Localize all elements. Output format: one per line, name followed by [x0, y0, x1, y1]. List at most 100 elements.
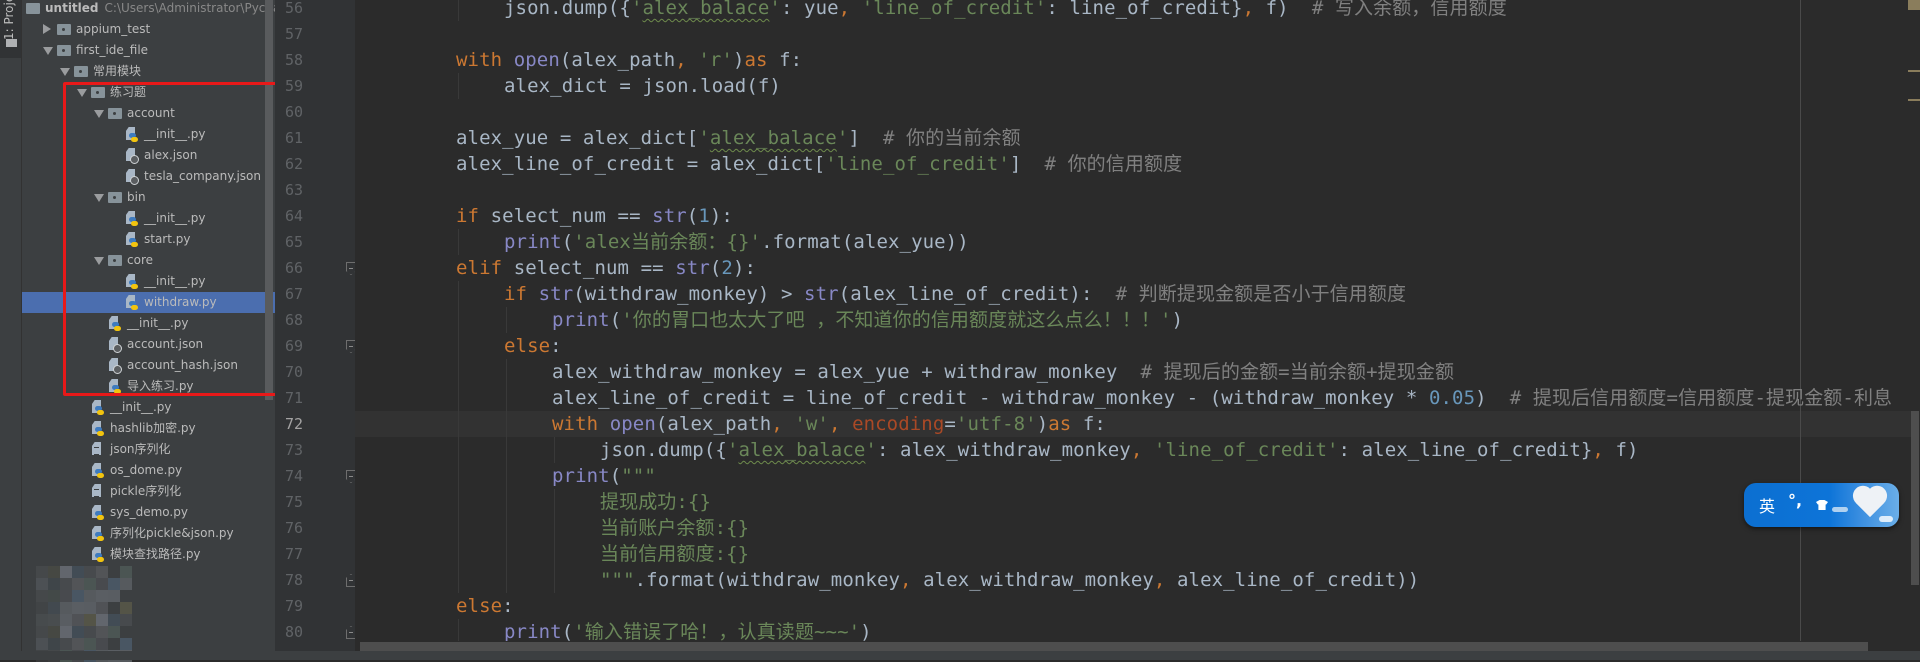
- line-number[interactable]: 77: [285, 541, 325, 567]
- code-line[interactable]: """.format(withdraw_monkey, alex_withdra…: [600, 567, 1419, 593]
- folder-icon: [91, 87, 105, 98]
- line-number[interactable]: 79: [285, 593, 325, 619]
- editor-vertical-scrollbar[interactable]: [1911, 411, 1919, 585]
- tree-item[interactable]: tesla_company.json: [22, 166, 275, 187]
- code-line[interactable]: json.dump({'alex_balace': yue, 'line_of_…: [504, 0, 1507, 21]
- chevron-down-icon[interactable]: [60, 68, 70, 76]
- line-number[interactable]: 80: [285, 619, 325, 645]
- line-number[interactable]: 59: [285, 73, 325, 99]
- line-number[interactable]: 74: [285, 463, 325, 489]
- tree-item[interactable]: __init__.py: [22, 313, 275, 334]
- code-token: 0.05: [1428, 387, 1476, 409]
- ime-language-toggle[interactable]: 英: [1759, 493, 1775, 517]
- code-line[interactable]: if select_num == str(1):: [456, 203, 733, 229]
- blur-pixel: [120, 638, 132, 650]
- line-number[interactable]: 61: [285, 125, 325, 151]
- project-scrollbar[interactable]: [265, 0, 273, 400]
- line-number[interactable]: 68: [285, 307, 325, 333]
- code-line[interactable]: print('输入错误了哈！，认真读题~~~'): [504, 619, 872, 641]
- code-line[interactable]: alex_line_of_credit = alex_dict['line_of…: [456, 151, 1182, 177]
- tree-item[interactable]: sys_demo.py: [22, 502, 275, 523]
- line-number[interactable]: 69: [285, 333, 325, 359]
- tree-item-label: os_dome.py: [110, 463, 183, 477]
- chevron-down-icon[interactable]: [94, 194, 104, 202]
- line-number[interactable]: 76: [285, 515, 325, 541]
- tree-item[interactable]: __init__.py: [22, 124, 275, 145]
- line-number[interactable]: 67: [285, 281, 325, 307]
- line-number[interactable]: 71: [285, 385, 325, 411]
- code-line[interactable]: print('你的胃口也太大了吧 ，不知道你的信用额度就这么点么！！！'): [552, 307, 1183, 333]
- inspection-status-icon[interactable]: [1908, 0, 1920, 10]
- tree-item[interactable]: 练习题: [22, 82, 275, 103]
- code-line[interactable]: alex_yue = alex_dict['alex_balace'] # 你的…: [456, 125, 1021, 151]
- tree-item[interactable]: withdraw.py: [22, 292, 275, 313]
- tree-item[interactable]: start.py: [22, 229, 275, 250]
- code-line[interactable]: alex_dict = json.load(f): [504, 73, 781, 99]
- code-line[interactable]: print('alex当前余额：{}'.format(alex_yue)): [504, 229, 969, 255]
- chevron-down-icon[interactable]: [43, 47, 53, 55]
- line-number[interactable]: 64: [285, 203, 325, 229]
- editor-horizontal-scrollbar[interactable]: [360, 642, 1868, 651]
- code-line[interactable]: json.dump({'alex_balace': alex_withdraw_…: [600, 437, 1639, 463]
- tree-item[interactable]: core: [22, 250, 275, 271]
- line-number[interactable]: 75: [285, 489, 325, 515]
- line-number[interactable]: 72: [285, 411, 325, 437]
- line-number[interactable]: 66: [285, 255, 325, 281]
- tree-item[interactable]: alex.json: [22, 145, 275, 166]
- line-number[interactable]: 78: [285, 567, 325, 593]
- code-line[interactable]: with open(alex_path, 'r')as f:: [456, 47, 802, 73]
- line-number[interactable]: 60: [285, 99, 325, 125]
- tree-item[interactable]: 常用模块: [22, 61, 275, 82]
- tree-item[interactable]: __init__.py: [22, 397, 275, 418]
- tree-item[interactable]: pickle序列化: [22, 481, 275, 502]
- line-number[interactable]: 63: [285, 177, 325, 203]
- line-number[interactable]: 62: [285, 151, 325, 177]
- warning-stripe-marker[interactable]: [1908, 99, 1920, 101]
- code-line[interactable]: alex_line_of_credit = line_of_credit - w…: [552, 385, 1892, 411]
- code-line[interactable]: 提现成功:{}: [600, 489, 711, 515]
- line-number[interactable]: 56: [285, 0, 325, 21]
- code-line[interactable]: if str(withdraw_monkey) > str(alex_line_…: [504, 281, 1406, 307]
- tree-item[interactable]: 导入练习.py: [22, 376, 275, 397]
- shirt-icon[interactable]: [1816, 500, 1828, 510]
- code-line[interactable]: alex_withdraw_monkey = alex_yue + withdr…: [552, 359, 1454, 385]
- code-line[interactable]: 当前账户余额:{}: [600, 515, 749, 541]
- indent-guide: [458, 463, 459, 489]
- tree-item[interactable]: untitledC:\Users\Administrator\PycharmPr…: [22, 0, 275, 19]
- line-number[interactable]: 58: [285, 47, 325, 73]
- tree-item[interactable]: os_dome.py: [22, 460, 275, 481]
- code-line[interactable]: 当前信用额度:{}: [600, 541, 749, 567]
- code-line[interactable]: elif select_num == str(2):: [456, 255, 756, 281]
- chevron-down-icon[interactable]: [94, 110, 104, 118]
- chevron-down-icon[interactable]: [94, 257, 104, 265]
- ime-status-bar[interactable]: 英 °,: [1744, 483, 1899, 527]
- tree-item[interactable]: bin: [22, 187, 275, 208]
- code-line[interactable]: else:: [456, 593, 514, 619]
- line-number[interactable]: 70: [285, 359, 325, 385]
- line-number[interactable]: 73: [285, 437, 325, 463]
- tree-item[interactable]: account.json: [22, 334, 275, 355]
- line-number[interactable]: 65: [285, 229, 325, 255]
- tree-item[interactable]: __init__.py: [22, 208, 275, 229]
- chevron-right-icon[interactable]: [43, 24, 51, 34]
- tree-item[interactable]: hashlib加密.py: [22, 418, 275, 439]
- tree-item[interactable]: appium_test: [22, 19, 275, 40]
- ime-punctuation-toggle[interactable]: °,: [1788, 491, 1802, 510]
- tree-item[interactable]: first_ide_file: [22, 40, 275, 61]
- chevron-down-icon[interactable]: [77, 89, 87, 97]
- code-editor[interactable]: json.dump({'alex_balace': yue, 'line_of_…: [355, 0, 1912, 641]
- tree-item[interactable]: __init__.py: [22, 271, 275, 292]
- warning-stripe-marker[interactable]: [1908, 70, 1920, 72]
- code-line[interactable]: print(""": [552, 463, 656, 489]
- tree-item[interactable]: account_hash.json: [22, 355, 275, 376]
- code-token: :: [550, 335, 562, 357]
- line-number[interactable]: 57: [285, 21, 325, 47]
- tree-item[interactable]: 模块查找路径.py: [22, 544, 275, 565]
- code-line[interactable]: else:: [504, 333, 562, 359]
- tree-item[interactable]: account: [22, 103, 275, 124]
- tree-item[interactable]: 序列化pickle&json.py: [22, 523, 275, 544]
- project-tool-tab[interactable]: 1: Project: [0, 0, 21, 58]
- code-line[interactable]: with open(alex_path, 'w', encoding='utf-…: [552, 411, 1106, 437]
- tree-item[interactable]: json序列化: [22, 439, 275, 460]
